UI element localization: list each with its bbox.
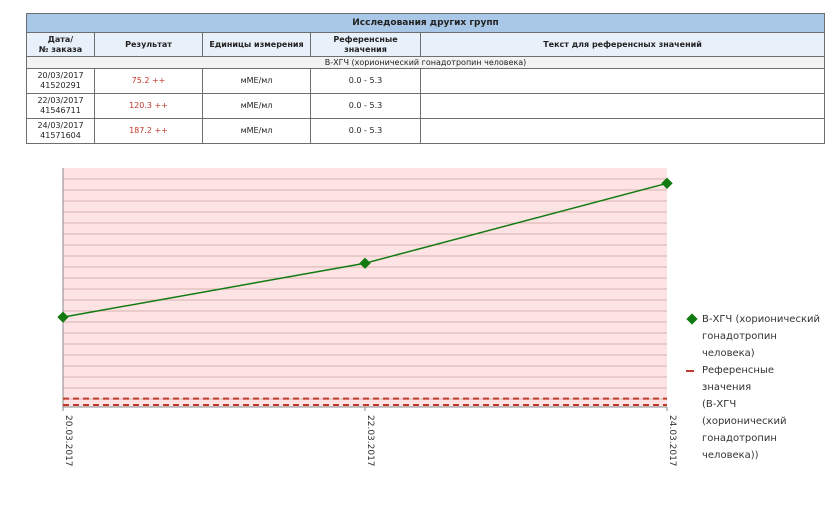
legend-label-line: гонадотропин: [702, 433, 777, 444]
plot-background: [63, 168, 667, 407]
x-tick-label: 24.03.2017: [667, 415, 677, 467]
date-cell: 24/03/2017 41571604: [26, 118, 95, 144]
reference-cell: 0.0 - 5.3: [310, 93, 421, 119]
table-row: 24/03/2017 41571604 187.2 ++ мМЕ/мл 0.0 …: [26, 118, 826, 144]
table-title: Исследования других групп: [25, 13, 826, 33]
order-number: 41571604: [40, 131, 81, 140]
date-cell: 22/03/2017 41546711: [26, 93, 95, 119]
x-tick-label: 22.03.2017: [365, 415, 375, 467]
column-header-units: Единицы измерения: [202, 32, 311, 57]
date-value: 22/03/2017: [37, 96, 84, 105]
result-chart: 20.03.2017 22.03.2017 24.03.2017 В-ХГЧ (хо…: [0, 160, 840, 507]
results-table: Исследования других групп Дата/ № заказа…: [25, 13, 826, 144]
group-label: В-ХГЧ (хорионический гонадотропин челове…: [25, 56, 826, 69]
reference-cell: 0.0 - 5.3: [310, 68, 421, 94]
legend-item-result: В-ХГЧ (хорионический гонадотропин челове…: [684, 311, 822, 362]
order-number: 41546711: [40, 106, 81, 115]
date-value: 20/03/2017: [37, 71, 84, 80]
units-cell: мМЕ/мл: [202, 93, 311, 119]
legend-label-line: гонадотропин: [702, 331, 777, 342]
reference-cell: 0.0 - 5.3: [310, 118, 421, 144]
column-header-result: Результат: [94, 32, 203, 57]
diamond-marker-icon: [684, 311, 702, 328]
ref-text-cell: [419, 118, 826, 144]
order-number: 41520291: [40, 81, 81, 90]
result-cell: 120.3 ++: [94, 93, 203, 119]
x-tick-label: 20.03.2017: [63, 415, 73, 467]
date-value: 24/03/2017: [37, 121, 84, 130]
column-header-ref-text: Текст для референсных значений: [419, 32, 826, 57]
legend-label-line: Референсные значения: [702, 365, 775, 393]
result-cell: 187.2 ++: [94, 118, 203, 144]
column-header-date: Дата/ № заказа: [26, 32, 95, 57]
column-header-date-text: Дата/ № заказа: [38, 34, 83, 54]
legend-label-line: В-ХГЧ (хорионический: [702, 314, 820, 325]
result-cell: 75.2 ++: [94, 68, 203, 94]
dash-marker-icon: [684, 362, 702, 379]
units-cell: мМЕ/мл: [202, 68, 311, 94]
legend-label-line: (В-ХГЧ (хорионический: [702, 399, 787, 427]
legend-label-line: человека)): [702, 450, 759, 461]
date-cell: 20/03/2017 41520291: [26, 68, 95, 94]
ref-text-cell: [419, 93, 826, 119]
column-header-reference-text: Референсные значения: [333, 34, 398, 54]
units-cell: мМЕ/мл: [202, 118, 311, 144]
table-row: 20/03/2017 41520291 75.2 ++ мМЕ/мл 0.0 -…: [26, 68, 826, 94]
table-row: 22/03/2017 41546711 120.3 ++ мМЕ/мл 0.0 …: [26, 93, 826, 119]
legend-label-line: человека): [702, 348, 755, 359]
ref-text-cell: [419, 68, 826, 94]
legend-item-reference: Референсные значения (В-ХГЧ (хорионическ…: [684, 362, 822, 464]
column-header-reference: Референсные значения: [310, 32, 421, 57]
